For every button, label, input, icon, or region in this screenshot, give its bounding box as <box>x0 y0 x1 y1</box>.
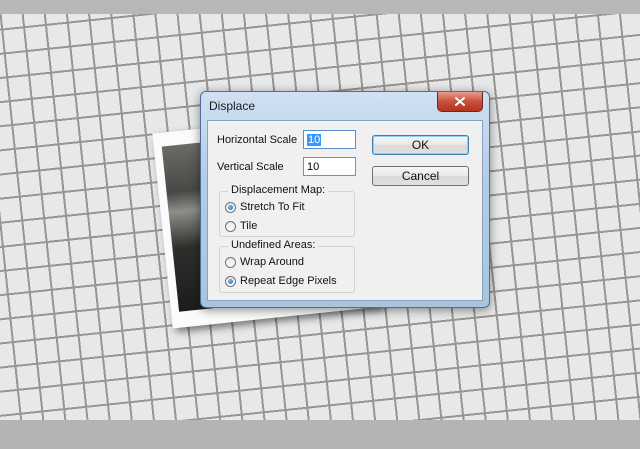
status-strip <box>0 420 640 449</box>
horizontal-scale-label: Horizontal Scale <box>217 134 298 146</box>
displacement-map-label: Displacement Map: <box>228 184 329 196</box>
radio-unselected-icon <box>225 256 236 268</box>
dialog-client: Horizontal Scale 10 Vertical Scale Displ… <box>207 120 483 301</box>
cancel-button[interactable]: Cancel <box>372 166 469 186</box>
radio-selected-icon <box>225 275 236 287</box>
close-x-icon <box>455 97 465 106</box>
undefined-areas-group: Undefined Areas: Wrap Around Repeat Edge… <box>219 239 355 293</box>
undefined-areas-label: Undefined Areas: <box>228 239 319 251</box>
horizontal-scale-value: 10 <box>307 134 322 146</box>
vertical-scale-input[interactable] <box>303 157 356 176</box>
ok-button[interactable]: OK <box>372 135 469 155</box>
horizontal-scale-input[interactable]: 10 <box>303 130 356 149</box>
displacement-map-group: Displacement Map: Stretch To Fit Tile <box>219 184 355 237</box>
radio-tile[interactable]: Tile <box>225 220 257 232</box>
close-button[interactable] <box>437 92 483 112</box>
radio-repeat-edge-pixels[interactable]: Repeat Edge Pixels <box>225 275 337 287</box>
radio-selected-icon <box>225 201 236 213</box>
radio-wrap-around[interactable]: Wrap Around <box>225 256 304 268</box>
radio-stretch-to-fit[interactable]: Stretch To Fit <box>225 201 305 213</box>
displace-dialog: Displace Horizontal Scale 10 Vertical Sc… <box>200 91 490 308</box>
dialog-title: Displace <box>209 99 256 113</box>
vertical-scale-label: Vertical Scale <box>217 161 284 173</box>
radio-unselected-icon <box>225 220 236 232</box>
